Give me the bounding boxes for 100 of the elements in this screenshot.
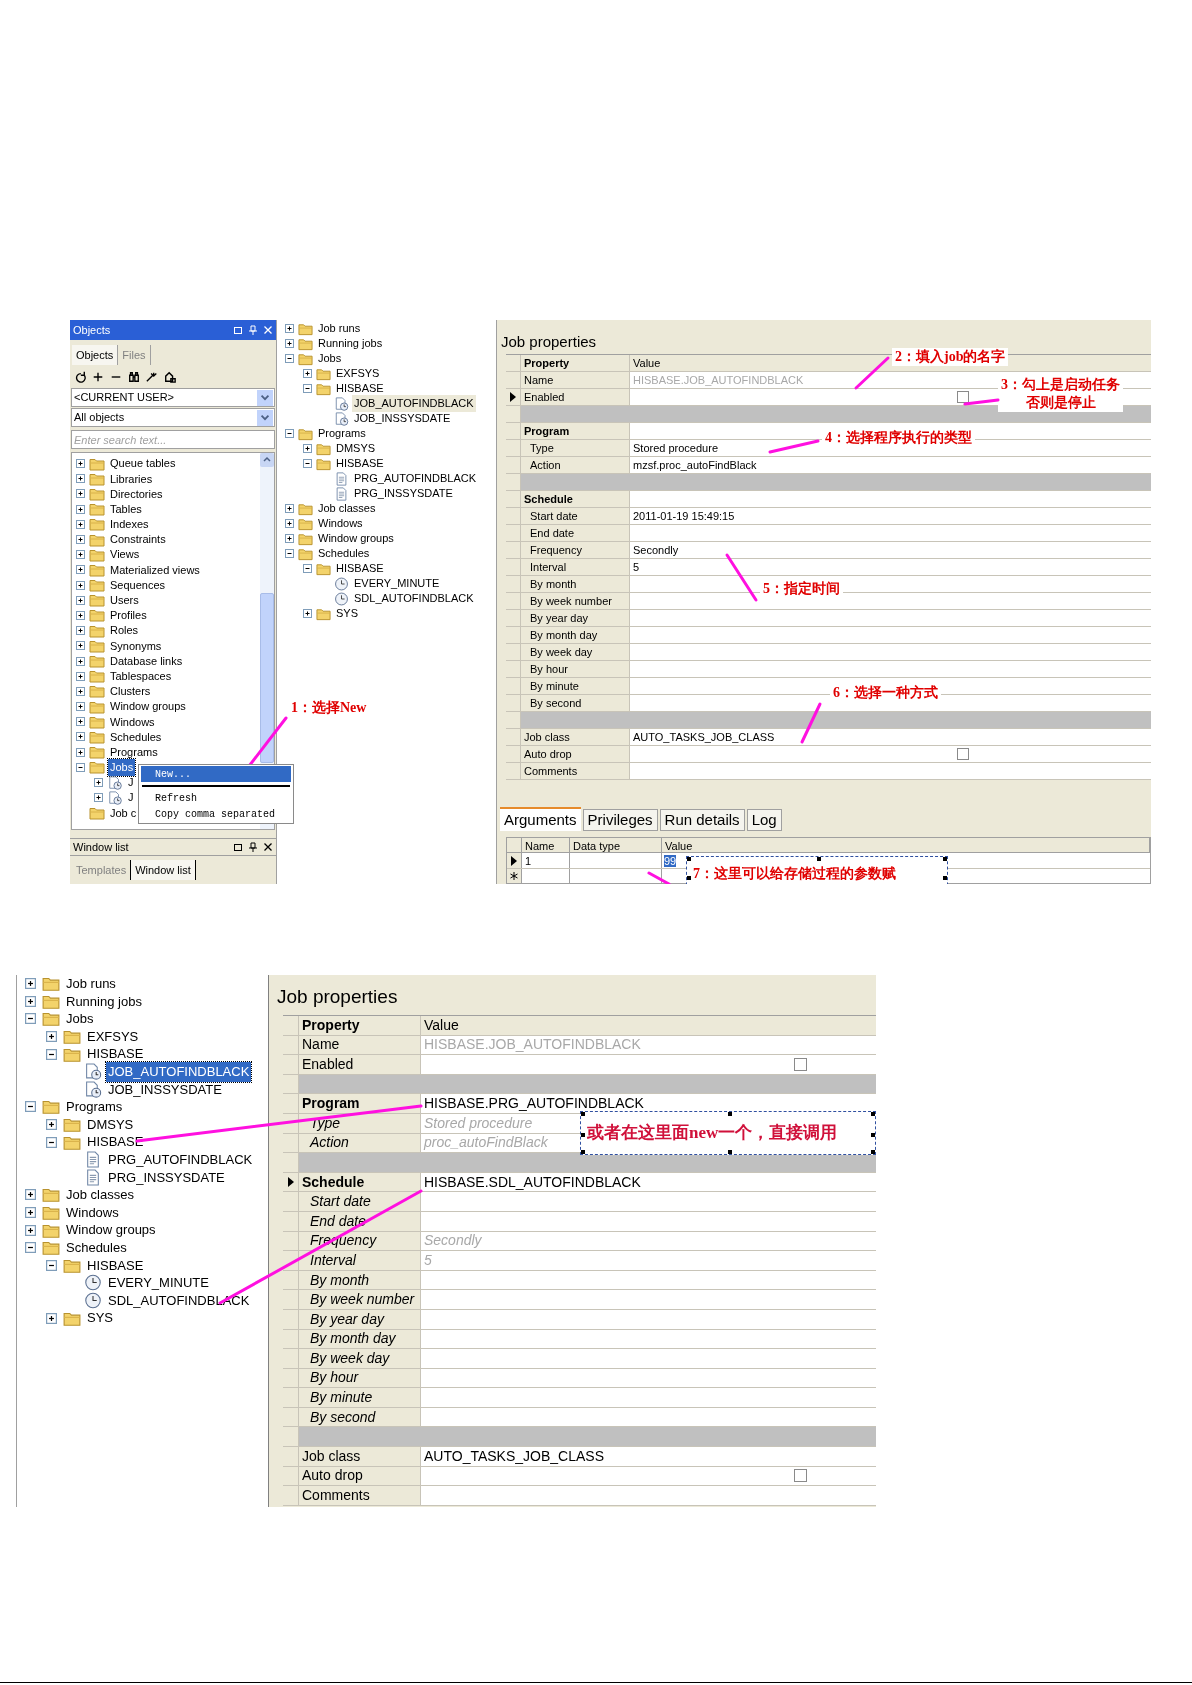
- panel-tab[interactable]: Objects: [72, 345, 119, 365]
- panel-tab[interactable]: Window list: [131, 860, 196, 880]
- tree-item[interactable]: PRG_INSSYSDATE: [352, 485, 455, 502]
- tree-item[interactable]: Sequences: [108, 576, 168, 594]
- expand-icon[interactable]: [94, 778, 103, 788]
- tree-item[interactable]: Libraries: [108, 470, 155, 488]
- expand-icon[interactable]: [25, 1207, 36, 1218]
- tree-item[interactable]: Indexes: [108, 516, 151, 533]
- collapse-icon[interactable]: [46, 1136, 57, 1148]
- tree-item[interactable]: Windows: [108, 713, 157, 731]
- tree-item[interactable]: Windows: [316, 515, 365, 532]
- expand-icon[interactable]: [285, 324, 294, 333]
- expand-icon[interactable]: [76, 580, 85, 590]
- tree-item[interactable]: Views: [108, 546, 142, 563]
- tree-item[interactable]: Windows: [64, 1202, 121, 1223]
- collapse-icon[interactable]: [285, 354, 294, 363]
- tree-item[interactable]: JOB_INSSYSDATE: [352, 410, 453, 427]
- tree-item[interactable]: Window groups: [316, 530, 396, 547]
- owner-dropdown[interactable]: <CURRENT USER>: [71, 388, 275, 407]
- row-selector[interactable]: [507, 853, 522, 868]
- tree-item[interactable]: PRG_INSSYSDATE: [106, 1167, 227, 1188]
- expand-icon[interactable]: [76, 656, 85, 666]
- tree-item[interactable]: Window groups: [64, 1220, 158, 1240]
- collapse-icon[interactable]: [285, 429, 294, 438]
- tree-item[interactable]: SYS: [334, 605, 360, 622]
- tree-item[interactable]: J: [126, 789, 136, 806]
- collapse-icon[interactable]: [285, 549, 294, 558]
- expand-icon[interactable]: [46, 1031, 57, 1043]
- expand-icon[interactable]: [76, 519, 85, 529]
- object-type-dropdown[interactable]: All objects: [71, 408, 275, 427]
- tree-item[interactable]: HISBASE: [334, 380, 386, 397]
- tree-item[interactable]: HISBASE: [85, 1132, 146, 1152]
- tree-item[interactable]: JOB_AUTOFINDBLACK: [352, 395, 476, 412]
- tab[interactable]: Log: [746, 809, 782, 831]
- tab[interactable]: Arguments: [500, 807, 581, 831]
- expand-icon[interactable]: [76, 671, 85, 681]
- tree-item[interactable]: Users: [108, 592, 141, 609]
- tree-item[interactable]: PRG_AUTOFINDBLACK: [106, 1150, 255, 1170]
- expand-icon[interactable]: [76, 474, 85, 484]
- tree-item[interactable]: HISBASE: [334, 560, 386, 577]
- tree-item[interactable]: EXFSYS: [334, 365, 382, 382]
- tree-item[interactable]: PRG_AUTOFINDBLACK: [352, 470, 479, 487]
- chevron-down-icon[interactable]: [257, 409, 273, 426]
- checkbox[interactable]: [794, 1058, 807, 1071]
- tree-item[interactable]: Schedules: [64, 1237, 129, 1258]
- tree-item[interactable]: Job runs: [316, 320, 363, 337]
- menu-item[interactable]: Refresh: [141, 790, 291, 806]
- restore-icon[interactable]: [233, 842, 243, 852]
- expand-icon[interactable]: [76, 641, 85, 651]
- checkbox[interactable]: [957, 748, 969, 760]
- expand-icon[interactable]: [285, 534, 294, 543]
- expand-icon[interactable]: [76, 702, 85, 712]
- search-field[interactable]: Enter search text...: [71, 430, 275, 449]
- tree-item[interactable]: Synonyms: [108, 637, 164, 655]
- refresh-icon[interactable]: [74, 370, 86, 383]
- tree-item[interactable]: Jobs: [64, 1009, 96, 1029]
- expand-icon[interactable]: [303, 369, 312, 378]
- tree-item[interactable]: JOB_AUTOFINDBLACK: [106, 1062, 252, 1082]
- tree-item[interactable]: Tables: [108, 500, 144, 518]
- cell-value-field[interactable]: 99: [664, 855, 677, 867]
- tab[interactable]: Privileges: [582, 809, 658, 831]
- expand-icon[interactable]: [76, 535, 85, 545]
- tree-item[interactable]: SYS: [85, 1308, 115, 1328]
- tree-item[interactable]: HISBASE: [334, 455, 386, 472]
- expand-icon[interactable]: [303, 609, 312, 618]
- expand-icon[interactable]: [76, 717, 85, 727]
- collapse-icon[interactable]: [46, 1259, 57, 1271]
- tree-item[interactable]: Programs: [108, 743, 160, 761]
- tree-item[interactable]: Queue tables: [108, 455, 178, 472]
- tree-item[interactable]: Directories: [108, 485, 165, 503]
- expand-icon[interactable]: [76, 732, 85, 742]
- tree-item[interactable]: SDL_AUTOFINDBLACK: [352, 590, 476, 607]
- column-header[interactable]: Value: [662, 838, 1150, 852]
- tree-item[interactable]: Running jobs: [64, 991, 144, 1012]
- plus-icon[interactable]: [92, 370, 104, 383]
- expand-icon[interactable]: [76, 610, 85, 620]
- tree-item[interactable]: Programs: [64, 1097, 125, 1117]
- collapse-icon[interactable]: [25, 1242, 36, 1254]
- collapse-icon[interactable]: [303, 384, 312, 393]
- expand-icon[interactable]: [25, 1189, 36, 1201]
- checkbox[interactable]: [794, 1469, 807, 1483]
- binoculars-icon[interactable]: [128, 370, 140, 383]
- tree-item[interactable]: Clusters: [108, 683, 153, 700]
- tree-item[interactable]: JOB_INSSYSDATE: [106, 1079, 224, 1100]
- tree-item[interactable]: HISBASE: [85, 1044, 146, 1064]
- pin-icon[interactable]: [248, 842, 258, 852]
- tree-item[interactable]: J: [126, 774, 136, 791]
- tree-item[interactable]: Materialized views: [108, 561, 202, 579]
- tree-item[interactable]: Database links: [108, 652, 185, 670]
- tree-item[interactable]: Profiles: [108, 607, 149, 624]
- expand-icon[interactable]: [46, 1312, 57, 1324]
- expand-icon[interactable]: [76, 504, 85, 514]
- tree-item[interactable]: Schedules: [316, 545, 372, 562]
- close-icon[interactable]: [263, 842, 273, 852]
- expand-icon[interactable]: [303, 444, 312, 453]
- expand-icon[interactable]: [76, 550, 85, 560]
- tree-item[interactable]: DMSYS: [334, 440, 378, 457]
- scrollbar-thumb[interactable]: [260, 593, 274, 763]
- menu-item[interactable]: Copy comma separated: [141, 806, 291, 822]
- expand-icon[interactable]: [25, 995, 36, 1007]
